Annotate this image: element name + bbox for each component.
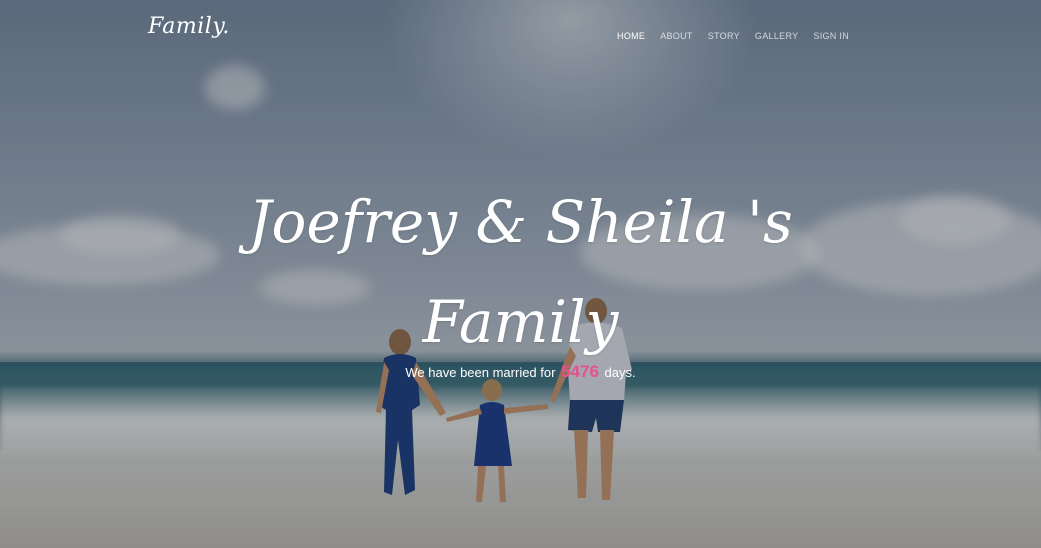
marriage-subtitle: We have been married for 5476 days.: [0, 362, 1041, 382]
hero-title: Joefrey & Sheila 's Family: [0, 172, 1041, 372]
subtitle-prefix: We have been married for: [405, 365, 556, 380]
hero-title-line-1: Joefrey & Sheila 's: [248, 188, 793, 256]
days-counter: 5476: [561, 362, 599, 381]
nav-link-gallery[interactable]: GALLERY: [755, 31, 798, 41]
nav-item-sign-in: SIGN IN: [813, 26, 849, 44]
hero-title-line-2: Family: [422, 288, 619, 356]
nav-item-story: STORY: [708, 26, 740, 44]
nav-link-sign-in[interactable]: SIGN IN: [813, 31, 849, 41]
nav-item-about: ABOUT: [660, 26, 693, 44]
nav-link-home[interactable]: HOME: [617, 31, 645, 41]
nav-menu: HOME ABOUT STORY GALLERY SIGN IN: [602, 26, 849, 44]
nav-item-gallery: GALLERY: [755, 26, 798, 44]
nav-item-home: HOME: [617, 26, 645, 44]
subtitle-suffix: days.: [604, 365, 636, 380]
nav-link-story[interactable]: STORY: [708, 31, 740, 41]
site-logo[interactable]: Family.: [148, 14, 230, 39]
navbar: Family. HOME ABOUT STORY GALLERY SIGN IN: [0, 0, 1041, 62]
nav-link-about[interactable]: ABOUT: [660, 31, 693, 41]
